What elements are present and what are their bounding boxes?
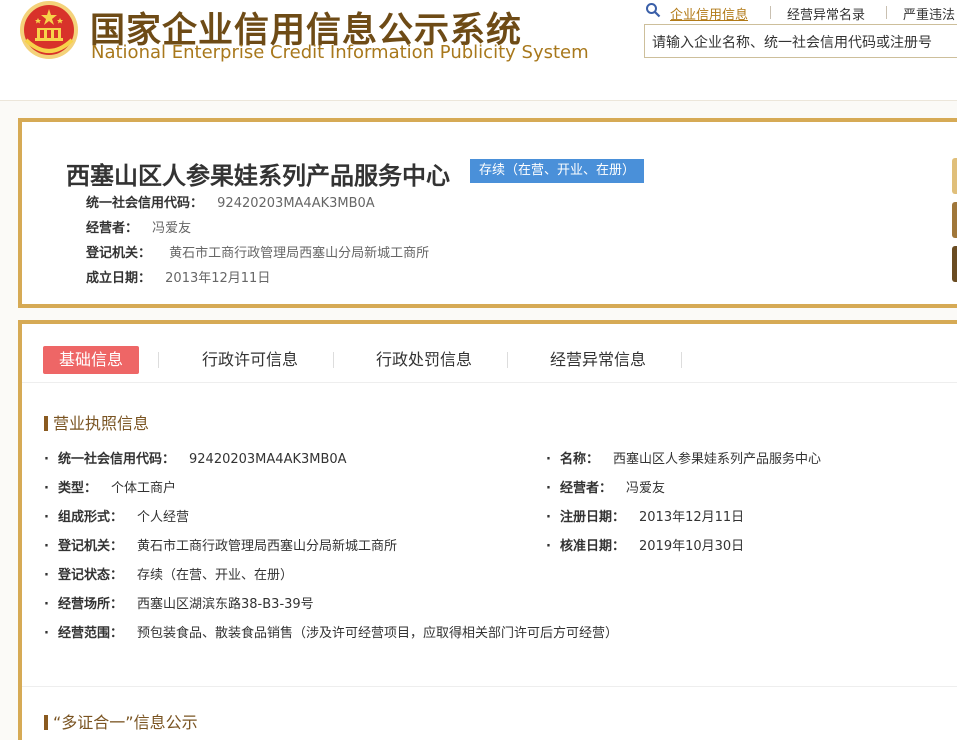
field-registration-status: · 登记状态： 存续（在营、开业、在册）	[44, 568, 294, 583]
nav-divider	[770, 6, 771, 19]
field-value: 2013年12月11日	[639, 510, 745, 525]
tab-divider	[507, 352, 508, 368]
field-operator: · 经营者： 冯爱友	[546, 481, 666, 496]
field-label: 组成形式：	[58, 510, 124, 525]
tab-admin-license[interactable]: 行政许可信息	[202, 346, 298, 374]
field-value: 存续（在营、开业、在册）	[137, 568, 294, 583]
site-title-english: National Enterprise Credit Information P…	[91, 42, 589, 63]
summary-label: 经营者：	[86, 221, 139, 236]
field-value: 92420203MA4AK3MB0A	[189, 452, 347, 467]
field-type: · 类型： 个体工商户	[44, 481, 177, 496]
section-bar	[44, 416, 48, 431]
tab-divider	[681, 352, 682, 368]
tab-basic-info[interactable]: 基础信息	[43, 346, 140, 374]
field-label: 经营场所：	[58, 597, 124, 612]
field-business-scope: · 经营范围： 预包装食品、散装食品销售（涉及许可经营项目，应取得相关部门许可后方可…	[44, 626, 619, 641]
detail-panel: 基础信息 行政许可信息 行政处罚信息 经营异常信息 营业执照信息 · 统一社会信用…	[18, 320, 957, 740]
tab-divider	[333, 352, 334, 368]
field-label: 登记状态：	[58, 568, 124, 583]
summary-label: 成立日期：	[86, 271, 152, 286]
summary-operator: 经营者： 冯爱友	[86, 217, 191, 236]
field-label: 经营者：	[560, 481, 613, 496]
field-label: 经营范围：	[58, 626, 124, 641]
section-title-multi-certificate: “多证合一”信息公示	[44, 709, 198, 733]
field-label: 登记机关：	[58, 539, 124, 554]
field-value: 个体工商户	[111, 481, 177, 496]
section-title-business-license: 营业执照信息	[44, 410, 149, 434]
tab-abnormal-operation[interactable]: 经营异常信息	[550, 346, 646, 374]
summary-established-date: 成立日期： 2013年12月11日	[86, 267, 270, 286]
field-business-address: · 经营场所： 西塞山区湖滨东路38-B3-39号	[44, 597, 314, 612]
field-credit-code: · 统一社会信用代码： 92420203MA4AK3MB0A	[44, 452, 347, 467]
field-label: 注册日期：	[560, 510, 626, 525]
section-title-text: 营业执照信息	[53, 414, 150, 433]
field-value: 个人经营	[137, 510, 190, 525]
summary-value: 冯爱友	[152, 221, 192, 236]
section-title-text: “多证合一”信息公示	[53, 713, 198, 732]
nav-abnormal-list[interactable]: 经营异常名录	[787, 4, 865, 23]
field-value: 西塞山区湖滨东路38-B3-39号	[137, 597, 314, 612]
summary-registration-authority: 登记机关： 黄石市工商行政管理局西塞山分局新城工商所	[86, 242, 429, 261]
field-label: 名称：	[560, 452, 600, 467]
side-action-button[interactable]	[952, 158, 957, 194]
field-value: 2019年10月30日	[639, 539, 745, 554]
field-label: 类型：	[58, 481, 98, 496]
field-composition: · 组成形式： 个人经营	[44, 510, 190, 525]
summary-label: 统一社会信用代码：	[86, 196, 204, 211]
field-label: 核准日期：	[560, 539, 626, 554]
tab-divider	[158, 352, 159, 368]
summary-label: 登记机关：	[86, 246, 152, 261]
summary-value: 92420203MA4AK3MB0A	[217, 196, 375, 211]
field-value: 冯爱友	[626, 481, 666, 496]
tab-admin-penalty[interactable]: 行政处罚信息	[376, 346, 472, 374]
section-bar	[44, 715, 48, 730]
company-name: 西塞山区人参果娃系列产品服务中心	[66, 162, 450, 190]
company-summary-card: 西塞山区人参果娃系列产品服务中心 存续（在营、开业、在册） 统一社会信用代码： …	[18, 118, 957, 308]
summary-value: 2013年12月11日	[165, 271, 271, 286]
search-input[interactable]: 请输入企业名称、统一社会信用代码或注册号	[644, 24, 957, 58]
status-badge: 存续（在营、开业、在册）	[470, 159, 645, 183]
nav-serious-violation[interactable]: 严重违法	[903, 4, 955, 23]
nav-divider	[886, 6, 887, 19]
national-emblem-icon	[20, 1, 78, 59]
field-approval-date: · 核准日期： 2019年10月30日	[546, 539, 745, 554]
summary-value: 黄石市工商行政管理局西塞山分局新城工商所	[169, 246, 430, 261]
search-icon[interactable]	[645, 2, 661, 18]
tab-underline	[22, 382, 957, 383]
section-divider	[22, 686, 957, 687]
nav-enterprise-credit[interactable]: 企业信用信息	[670, 4, 748, 23]
field-name: · 名称： 西塞山区人参果娃系列产品服务中心	[546, 452, 822, 467]
field-value: 西塞山区人参果娃系列产品服务中心	[613, 452, 822, 467]
field-label: 统一社会信用代码：	[58, 452, 176, 467]
side-action-button[interactable]	[952, 246, 957, 282]
site-header: 国家企业信用信息公示系统 National Enterprise Credit …	[0, 0, 957, 101]
field-registration-authority: · 登记机关： 黄石市工商行政管理局西塞山分局新城工商所	[44, 539, 398, 554]
side-action-button[interactable]	[952, 202, 957, 238]
field-value: 黄石市工商行政管理局西塞山分局新城工商所	[137, 539, 398, 554]
field-value: 预包装食品、散装食品销售（涉及许可经营项目，应取得相关部门许可后方可经营）	[137, 626, 619, 641]
field-registration-date: · 注册日期： 2013年12月11日	[546, 510, 745, 525]
summary-credit-code: 统一社会信用代码： 92420203MA4AK3MB0A	[86, 192, 375, 211]
